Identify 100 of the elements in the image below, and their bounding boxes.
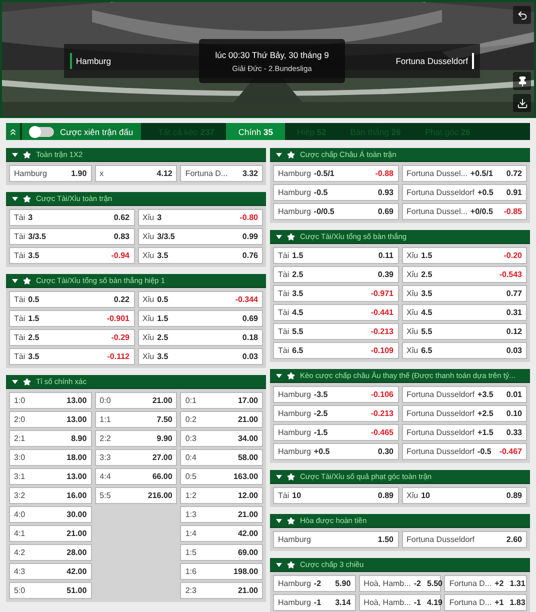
- odds-button[interactable]: 2:0 13.00: [9, 411, 92, 428]
- odds-button[interactable]: Tài 3.5 -0.971: [273, 285, 398, 302]
- odds-button[interactable]: Hamburg -2 5.90: [273, 575, 356, 592]
- odds-button[interactable]: Fortuna Dussel... +0/0.5 -0.85: [402, 203, 527, 220]
- odds-button[interactable]: Fortuna D... +1 1.83: [444, 594, 528, 611]
- star-icon[interactable]: [287, 372, 295, 380]
- star-icon[interactable]: [287, 232, 295, 240]
- odds-button[interactable]: Tài 5.5 -0.213: [273, 323, 398, 340]
- odds-button[interactable]: Tài 6.5 -0.109: [273, 342, 398, 359]
- star-icon[interactable]: [23, 378, 31, 386]
- odds-button[interactable]: Tài 2.5 -0.29: [9, 329, 134, 346]
- odds-button[interactable]: 4:4 66.00: [94, 468, 178, 485]
- odds-button[interactable]: Xỉu 0.5 -0.344: [138, 291, 263, 308]
- odds-button[interactable]: Tài 3.5 -0.112: [9, 348, 134, 365]
- odds-button[interactable]: Fortuna Dusseldorf +2.5 0.10: [402, 405, 527, 422]
- odds-button[interactable]: Hamburg -1.5 -0.465: [273, 424, 398, 441]
- odds-button[interactable]: Fortuna Dussel... +0.5/1 0.72: [402, 165, 527, 182]
- odds-button[interactable]: Hamburg -1 3.14: [273, 594, 356, 611]
- odds-button[interactable]: Hamburg -0.5 0.93: [273, 184, 398, 201]
- odds-button[interactable]: Hamburg 1.90: [9, 165, 92, 182]
- odds-button[interactable]: 1:1 7.50: [94, 411, 178, 428]
- odds-button[interactable]: Hamburg -2.5 -0.213: [273, 405, 398, 422]
- odds-value: 1.83: [510, 598, 526, 607]
- odds-button[interactable]: Hamburg -3.5 -0.106: [273, 386, 398, 403]
- odds-button[interactable]: 5:5 216.00: [94, 487, 178, 504]
- odds-button[interactable]: Hoà, Hamb... -1 4.19: [358, 594, 442, 611]
- odds-button[interactable]: 0:4 58.00: [180, 449, 264, 466]
- odds-button[interactable]: 3:2 16.00: [9, 487, 92, 504]
- odds-button[interactable]: 1:6 198.00: [180, 563, 264, 580]
- star-icon[interactable]: [23, 276, 31, 284]
- odds-button[interactable]: 0:5 163.00: [180, 468, 264, 485]
- star-icon[interactable]: [287, 516, 295, 524]
- odds-button[interactable]: 3:1 13.00: [9, 468, 92, 485]
- odds-button[interactable]: Tài 3 0.62: [9, 209, 134, 226]
- pin-button[interactable]: [513, 72, 531, 90]
- odds-button[interactable]: 0:1 17.00: [180, 392, 264, 409]
- odds-button[interactable]: Hamburg 1.50: [273, 531, 398, 548]
- odds-button[interactable]: Xỉu 3.5 0.77: [402, 285, 527, 302]
- odds-value: 21.00: [238, 415, 258, 424]
- odds-button[interactable]: Fortuna Dusseldorf 2.60: [402, 531, 527, 548]
- odds-button[interactable]: Tài 2.5 0.39: [273, 266, 398, 283]
- odds-button[interactable]: Tài 4.5 -0.441: [273, 304, 398, 321]
- odds-button[interactable]: Xỉu 10 0.89: [402, 487, 527, 504]
- odds-button[interactable]: Xỉu 1.5 -0.20: [402, 247, 527, 264]
- download-button[interactable]: [513, 94, 531, 112]
- odds-button[interactable]: Tài 1.5 -0.901: [9, 310, 134, 327]
- odds-button[interactable]: Tài 3/3.5 0.83: [9, 228, 134, 245]
- odds-button[interactable]: 3:0 18.00: [9, 449, 92, 466]
- odds-button[interactable]: 1:2 12.00: [180, 487, 264, 504]
- odds-button[interactable]: 5:0 51.00: [9, 582, 92, 599]
- odds-button[interactable]: 4:1 21.00: [9, 525, 92, 542]
- star-icon[interactable]: [287, 472, 295, 480]
- odds-button[interactable]: 1:4 42.00: [180, 525, 264, 542]
- odds-value: -0.467: [499, 447, 522, 456]
- odds-button[interactable]: 2:3 21.00: [180, 582, 264, 599]
- odds-button[interactable]: Xỉu 3/3.5 0.99: [138, 228, 263, 245]
- odds-button[interactable]: 1:5 69.00: [180, 544, 264, 561]
- odds-button[interactable]: Hoà, Hamb... -2 5.50: [358, 575, 442, 592]
- odds-button[interactable]: 0:2 21.00: [180, 411, 264, 428]
- odds-button[interactable]: 0:3 34.00: [180, 430, 264, 447]
- odds-button[interactable]: Xỉu 6.5 0.03: [402, 342, 527, 359]
- star-icon[interactable]: [23, 194, 31, 202]
- odds-button[interactable]: Hamburg -0/0.5 0.69: [273, 203, 398, 220]
- odds-button[interactable]: Tài 10 0.89: [273, 487, 398, 504]
- odds-button[interactable]: Fortuna Dusseldorf +3.5 0.01: [402, 386, 527, 403]
- odds-button[interactable]: Xỉu 4.5 0.31: [402, 304, 527, 321]
- collapse-button[interactable]: [6, 123, 22, 140]
- odds-button[interactable]: Xỉu 3.5 0.03: [138, 348, 263, 365]
- star-icon[interactable]: [23, 150, 31, 158]
- odds-button[interactable]: Xỉu 5.5 0.12: [402, 323, 527, 340]
- odds-button[interactable]: 3:3 27.00: [94, 449, 178, 466]
- odds-button[interactable]: 4:2 28.00: [9, 544, 92, 561]
- odds-button[interactable]: 2:1 8.90: [9, 430, 92, 447]
- market-tab[interactable]: Chính 35: [226, 123, 285, 140]
- odds-button[interactable]: x 4.12: [94, 165, 178, 182]
- odds-button[interactable]: Fortuna D... +2 1.31: [444, 575, 528, 592]
- odds-button[interactable]: Fortuna Dusseldorf +1.5 0.33: [402, 424, 527, 441]
- odds-button[interactable]: Xỉu 3 -0.80: [138, 209, 263, 226]
- odds-button[interactable]: Hamburg -0.5/1 -0.88: [273, 165, 398, 182]
- odds-button[interactable]: Fortuna Dusseldorf -0.5 -0.467: [402, 443, 527, 460]
- odds-button[interactable]: Xỉu 2.5 -0.543: [402, 266, 527, 283]
- odds-button[interactable]: 4:3 42.00: [9, 563, 92, 580]
- odds-button[interactable]: 4:0 30.00: [9, 506, 92, 523]
- parlay-switch[interactable]: [30, 126, 54, 136]
- odds-button[interactable]: Xỉu 1.5 0.69: [138, 310, 263, 327]
- odds-button[interactable]: Xỉu 3.5 0.76: [138, 247, 263, 264]
- back-button[interactable]: [513, 6, 531, 24]
- odds-button[interactable]: Tài 0.5 0.22: [9, 291, 134, 308]
- star-icon[interactable]: [287, 560, 295, 568]
- odds-button[interactable]: 1:0 13.00: [9, 392, 92, 409]
- odds-button[interactable]: 1:3 21.00: [180, 506, 264, 523]
- star-icon[interactable]: [287, 150, 295, 158]
- odds-button[interactable]: Tài 1.5 0.11: [273, 247, 398, 264]
- odds-button[interactable]: 2:2 9.90: [94, 430, 178, 447]
- odds-button[interactable]: Fortuna D... 3.32: [180, 165, 264, 182]
- odds-button[interactable]: 0:0 21.00: [94, 392, 178, 409]
- odds-button[interactable]: Hamburg +0.5 0.30: [273, 443, 398, 460]
- odds-button[interactable]: Xỉu 2.5 0.18: [138, 329, 263, 346]
- odds-button[interactable]: Tài 3.5 -0.94: [9, 247, 134, 264]
- odds-button[interactable]: Fortuna Dusseldorf +0.5 0.91: [402, 184, 527, 201]
